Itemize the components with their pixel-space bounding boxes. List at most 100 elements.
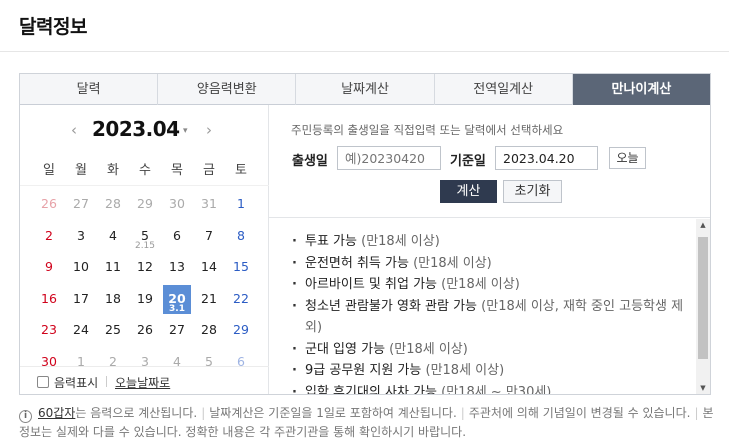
calendar-day[interactable]: 26 (129, 315, 161, 347)
calendar-day[interactable]: 22 (225, 284, 257, 316)
lunar-checkbox-label[interactable]: 음력표시 (54, 374, 98, 391)
calendar-day[interactable]: 21 (193, 284, 225, 316)
page-header: 달력정보 (0, 0, 729, 52)
sexagenary-link[interactable]: 60갑자 (38, 406, 75, 420)
base-date-input[interactable] (495, 146, 598, 170)
calendar-day[interactable]: 14 (193, 252, 225, 284)
scrollbar-thumb[interactable] (698, 237, 708, 359)
calendar-day[interactable]: 26 (33, 189, 65, 221)
day-number: 29 (233, 322, 249, 337)
result-condition: (만18세 이상) (361, 234, 440, 249)
day-number: 27 (73, 196, 89, 211)
day-number: 16 (41, 290, 57, 306)
result-text: 9급 공무원 지원 가능 (305, 363, 422, 378)
result-condition: (만18세 ~ 만30세) (441, 384, 552, 395)
calendar-day[interactable]: 18 (97, 284, 129, 316)
scroll-up-icon[interactable]: ▲ (696, 221, 710, 229)
weekday-label: 화 (107, 163, 119, 178)
result-text: 투표 가능 (305, 234, 357, 249)
calendar-day[interactable]: 31 (193, 189, 225, 221)
day-number: 26 (137, 322, 153, 337)
calculate-button[interactable]: 계산 (440, 180, 497, 203)
calendar-day[interactable]: 25 (97, 315, 129, 347)
calendar-day[interactable]: 27 (161, 315, 193, 347)
prev-month-icon[interactable]: ‹ (66, 121, 82, 139)
day-number: 17 (73, 290, 89, 306)
result-text: 아르바이트 및 취업 가능 (305, 277, 437, 292)
calendar-day[interactable]: 2 (33, 221, 65, 253)
weekday-header: 일 월 화 수 목 금 토 (33, 159, 257, 181)
calendar-day[interactable]: 8 (225, 221, 257, 253)
age-form: 주민등록의 출생일을 직접입력 또는 달력에서 선택하세요 출생일 기준일 오늘… (269, 105, 710, 218)
calendar-day[interactable]: 3 (65, 221, 97, 253)
reset-button[interactable]: 초기화 (503, 180, 562, 203)
result-item: 군대 입영 가능 (만18세 이상) (290, 339, 685, 361)
today-button[interactable]: 오늘 (609, 147, 646, 169)
day-number: 10 (73, 259, 89, 274)
day-number: 12 (137, 259, 153, 274)
tab-date-calc[interactable]: 날짜계산 (296, 74, 435, 105)
calendar-day[interactable]: 16 (33, 284, 65, 316)
calendar-day[interactable]: 9 (33, 252, 65, 284)
tab-age-calc[interactable]: 만나이계산 (572, 74, 711, 105)
calendar-day[interactable]: 11 (97, 252, 129, 284)
results-scrollbar[interactable]: ▲ ▼ (696, 219, 710, 394)
result-condition: (만18세 이상) (413, 255, 492, 271)
calendar-day[interactable]: 28 (193, 315, 225, 347)
tab-calendar[interactable]: 달력 (20, 74, 159, 105)
day-number: 7 (205, 227, 213, 243)
calendar-day[interactable]: 12 (129, 252, 161, 284)
calendar-day[interactable]: 15 (225, 252, 257, 284)
day-number: 14 (201, 259, 217, 274)
calendar-day[interactable]: 23 (33, 315, 65, 347)
result-condition: (만18세 이상) (441, 277, 520, 292)
scroll-down-icon[interactable]: ▼ (696, 384, 710, 392)
calendar-day[interactable]: 30 (161, 189, 193, 221)
calendar-day-selected[interactable]: 20 3.1 (163, 284, 191, 314)
next-month-icon[interactable]: › (201, 121, 217, 139)
info-icon: i (19, 410, 32, 423)
calendar-day[interactable]: 6 (161, 221, 193, 253)
weekday-label: 목 (171, 163, 183, 178)
week-row: 16 17 18 19 20 3.1 21 22 (33, 284, 257, 316)
day-number: 26 (41, 196, 57, 211)
notice-sentence: 주관처에 의해 기념일이 변경될 수 있습니다. (468, 406, 691, 420)
result-condition: (만18세 이상) (389, 341, 468, 357)
divider: | (460, 406, 465, 420)
base-date-label: 기준일 (450, 154, 486, 169)
calendar-day[interactable]: 4 (97, 221, 129, 253)
calendar-day[interactable]: 7 (193, 221, 225, 253)
day-number: 31 (201, 196, 217, 211)
birth-date-input[interactable] (337, 146, 441, 170)
calendar-day[interactable]: 5 2.15 (129, 221, 161, 253)
lunar-checkbox[interactable] (37, 376, 49, 388)
calendar-day[interactable]: 1 (225, 189, 257, 221)
calendar-day[interactable]: 10 (65, 252, 97, 284)
day-number: 1 (237, 196, 245, 211)
day-number: 2 (45, 227, 53, 243)
calendar-day[interactable]: 13 (161, 252, 193, 284)
calendar-day[interactable]: 27 (65, 189, 97, 221)
result-item: 운전면허 취득 가능 (만18세 이상) (290, 253, 685, 275)
month-label[interactable]: 2023.04 (92, 117, 180, 141)
calendar-day[interactable]: 29 (129, 189, 161, 221)
chevron-down-icon[interactable]: ▾ (183, 126, 188, 136)
tab-bar: 달력 양음력변환 날짜계산 전역일계산 만나이계산 (20, 74, 711, 105)
day-number: 15 (233, 259, 249, 274)
calendar-day[interactable]: 17 (65, 284, 97, 316)
tab-lunar-convert[interactable]: 양음력변환 (158, 74, 297, 105)
week-row: 23 24 25 26 27 28 29 (33, 315, 257, 347)
weekday-label: 토 (235, 163, 247, 178)
result-text: 군대 입영 가능 (305, 341, 386, 357)
notice-sentence: 날짜계산은 기준일을 1일로 포함하여 계산됩니다. (209, 406, 457, 420)
day-number: 8 (237, 227, 245, 243)
tab-discharge-calc[interactable]: 전역일계산 (435, 74, 573, 105)
calendar-day[interactable]: 19 (129, 284, 161, 316)
calendar-day[interactable]: 24 (65, 315, 97, 347)
calendar-day[interactable]: 29 (225, 315, 257, 347)
go-today-link[interactable]: 오늘날짜로 (115, 374, 170, 391)
day-number: 22 (233, 290, 249, 306)
calendar-day[interactable]: 28 (97, 189, 129, 221)
result-text: 입학 후기대의 사차 가능 (305, 384, 437, 395)
day-number: 28 (105, 196, 121, 211)
